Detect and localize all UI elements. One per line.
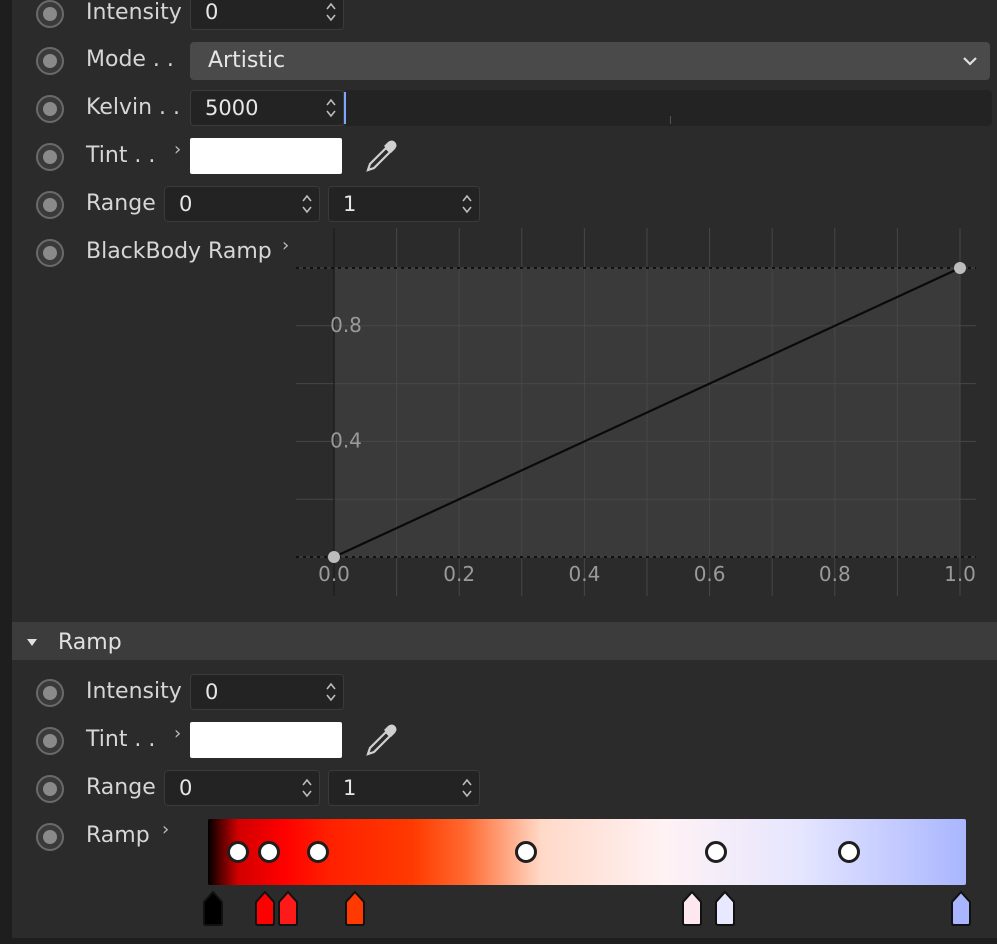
triangle-down-icon[interactable] [26,634,38,653]
ramp-knob[interactable] [515,841,538,863]
x-tick-label: 0.0 [318,562,350,586]
tint-row: Tint . . › [12,134,997,180]
animate-toggle-icon[interactable] [36,239,64,267]
ramp-knob[interactable] [704,841,727,863]
animate-toggle-icon[interactable] [36,143,64,171]
ramp-knob[interactable] [227,841,250,863]
ramp-knob[interactable] [837,841,860,863]
spinner-icon[interactable] [325,97,337,119]
ramp-label: Ramp [86,823,150,848]
ramp-intensity-label: Intensity [86,679,182,704]
x-tick-label: 1.0 [944,562,976,586]
ramp-intensity-value: 0 [205,680,219,704]
eyedropper-icon[interactable] [362,720,402,760]
x-tick-label: 0.8 [819,562,851,586]
animate-toggle-icon[interactable] [36,775,64,803]
ramp-range-max-field[interactable]: 1 [328,770,480,806]
animate-toggle-icon[interactable] [36,0,64,28]
ramp-section-header[interactable]: Ramp [12,622,997,660]
spinner-icon[interactable] [461,777,473,799]
chevron-right-icon[interactable]: › [162,819,169,840]
ramp-range-label: Range [86,775,156,800]
ramp-range-min-value: 0 [179,776,193,800]
ramp-range-min-field[interactable]: 0 [164,770,320,806]
intensity-field[interactable]: 0 [190,0,344,30]
ramp-tint-row: Tint . . › [12,718,997,764]
chevron-right-icon[interactable]: › [282,235,289,256]
slider-tick [670,116,671,124]
spinner-icon[interactable] [325,1,337,23]
tint-color-swatch[interactable] [190,138,342,174]
y-tick-label: 0.4 [330,428,362,452]
attribute-panel: Intensity 0 Mode . . Artistic Kelvin . .… [0,0,997,944]
panel-edge [0,0,12,944]
blackbody-curve-chart[interactable]: 0.0 0.2 0.4 0.6 0.8 1.0 0.4 0.8 [296,228,976,596]
y-tick-label: 0.8 [330,313,362,337]
animate-toggle-icon[interactable] [36,95,64,123]
x-tick-label: 0.2 [443,562,475,586]
spinner-icon[interactable] [461,193,473,215]
mode-value: Artistic [208,48,286,73]
ramp-tint-color-swatch[interactable] [190,722,342,758]
animate-toggle-icon[interactable] [36,191,64,219]
range-min-field[interactable]: 0 [164,186,320,222]
blackbody-label: BlackBody Ramp [86,239,272,264]
color-stop-marker[interactable] [714,890,736,926]
chevron-right-icon[interactable]: › [174,723,181,744]
spinner-icon[interactable] [301,777,313,799]
color-stop-marker[interactable] [277,890,299,926]
kelvin-value: 5000 [205,96,259,120]
color-stop-marker[interactable] [254,890,276,926]
animate-toggle-icon[interactable] [36,679,64,707]
intensity-label: Intensity [86,0,182,25]
spinner-icon[interactable] [325,681,337,703]
chevron-right-icon[interactable]: › [174,139,181,160]
ramp-range-row: Range 0 1 [12,766,997,812]
range-max-field[interactable]: 1 [328,186,480,222]
range-label: Range [86,191,156,216]
mode-row: Mode . . Artistic [12,38,997,84]
range-row: Range 0 1 [12,182,997,228]
range-max-value: 1 [343,192,357,216]
color-stop-marker[interactable] [344,890,366,926]
intensity-row: Intensity 0 [12,0,997,40]
panel-edge [0,938,997,944]
tint-label: Tint . . [86,143,156,168]
eyedropper-icon[interactable] [362,136,402,176]
animate-toggle-icon[interactable] [36,727,64,755]
x-tick-label: 0.4 [568,562,600,586]
kelvin-slider[interactable] [344,90,992,126]
mode-dropdown[interactable]: Artistic [190,42,990,80]
x-tick-label: 0.6 [694,562,726,586]
kelvin-field[interactable]: 5000 [190,90,344,126]
range-min-value: 0 [179,192,193,216]
slider-handle[interactable] [344,92,346,124]
gradient-ramp[interactable] [208,819,966,885]
animate-toggle-icon[interactable] [36,47,64,75]
color-stop-marker[interactable] [202,890,224,926]
color-stop-marker[interactable] [681,890,703,926]
kelvin-label: Kelvin . . [86,95,181,120]
ramp-knob[interactable] [257,841,280,863]
ramp-intensity-row: Intensity 0 [12,670,997,716]
curve-control-point[interactable] [328,551,340,563]
intensity-value: 0 [205,0,219,24]
ramp-tint-label: Tint . . [86,727,156,752]
ramp-knob[interactable] [306,841,329,863]
ramp-intensity-field[interactable]: 0 [190,674,344,710]
animate-toggle-icon[interactable] [36,823,64,851]
curve-control-point[interactable] [954,262,966,274]
ramp-section-title: Ramp [58,630,122,655]
ramp-range-max-value: 1 [343,776,357,800]
mode-label: Mode . . [86,47,174,72]
kelvin-row: Kelvin . . 5000 [12,86,997,132]
color-stop-marker[interactable] [950,890,972,926]
spinner-icon[interactable] [301,193,313,215]
